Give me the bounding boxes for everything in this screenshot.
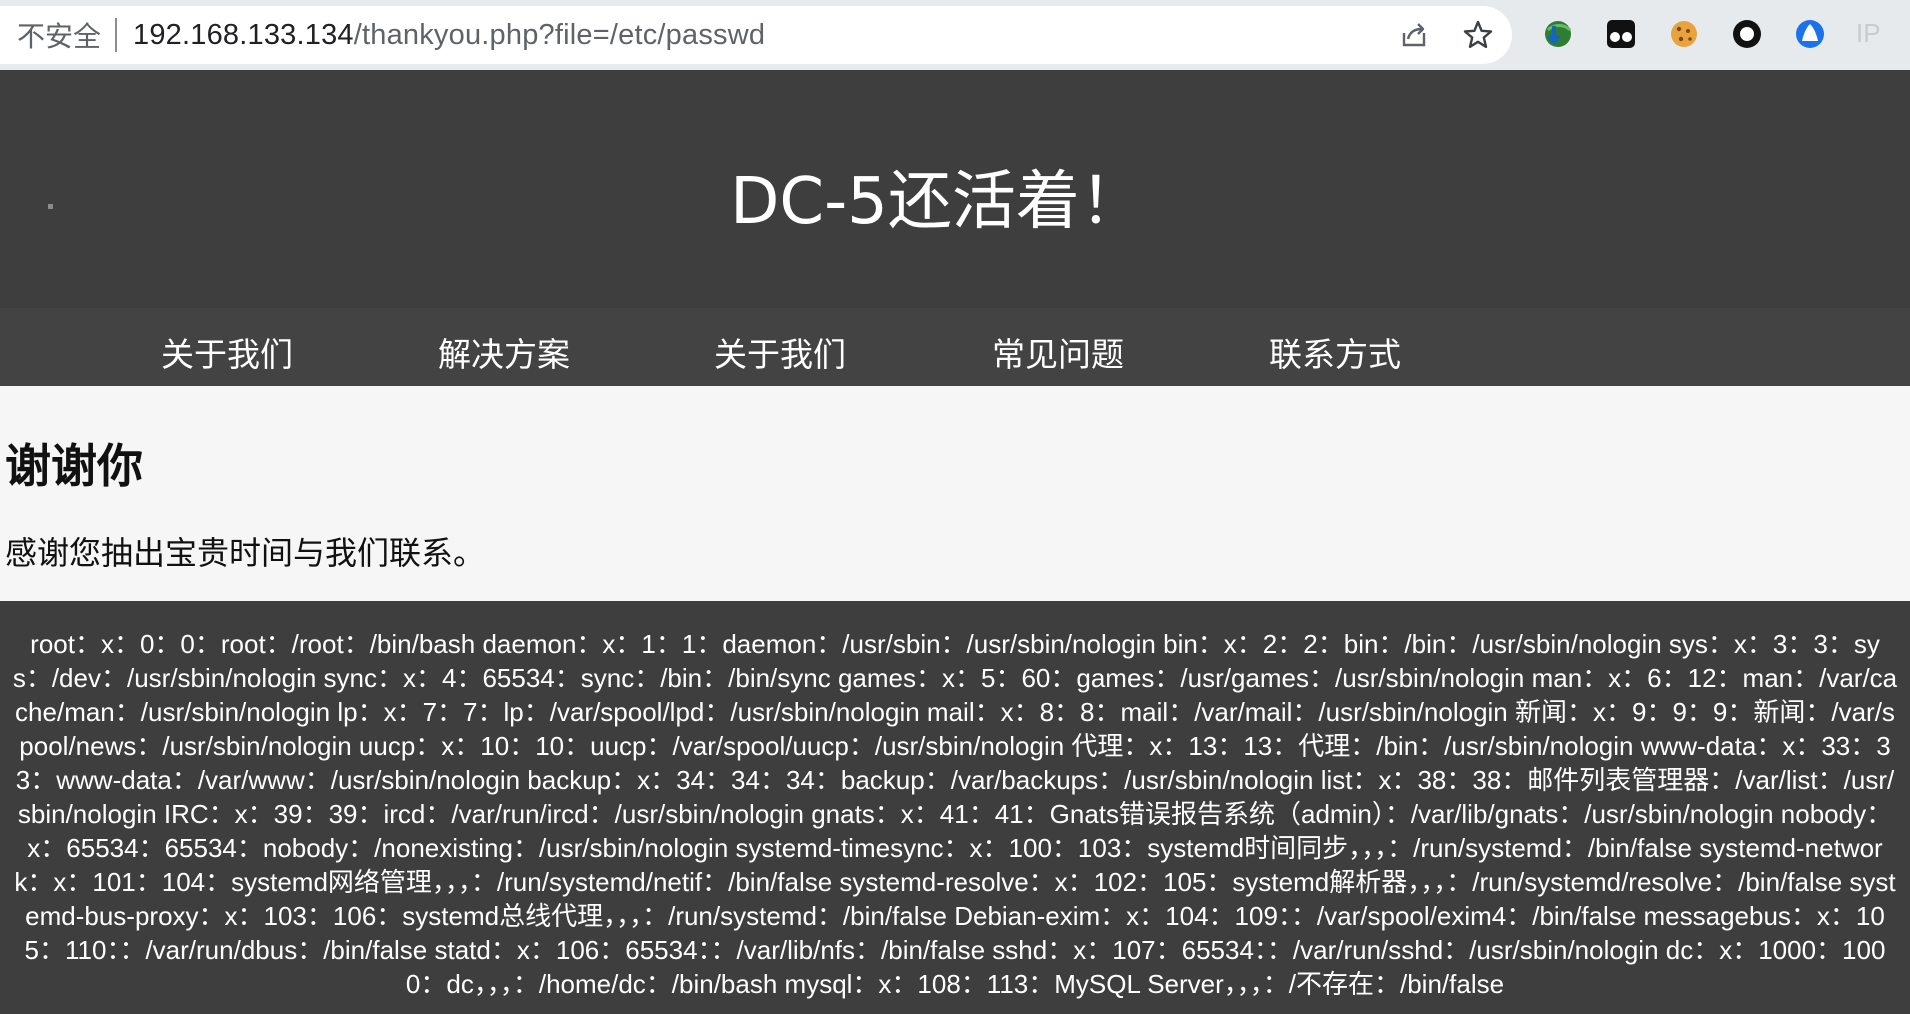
bookmark-star-icon[interactable] [1462,19,1494,51]
included-file-output: root：x：0：0：root：/root：/bin/bash daemon：x… [12,629,1898,999]
main-nav: 关于我们 解决方案 关于我们 常见问题 联系方式 [0,308,1910,386]
main-content: 谢谢你 感谢您抽出宝贵时间与我们联系。 [0,386,1910,601]
ghostery-extension-icon[interactable] [1603,16,1639,52]
url-path[interactable]: /thankyou.php?file=/etc/passwd [354,19,765,51]
site-header: DC-5还活着！ [0,70,1910,308]
url-host[interactable]: 192.168.133.134 [133,19,354,51]
security-indicator[interactable]: 不安全 [17,15,101,55]
idm-extension-icon[interactable] [1540,16,1576,52]
nav-item-about-2[interactable]: 关于我们 [714,328,846,376]
thanks-heading: 谢谢你 [5,439,143,493]
cookie-extension-icon[interactable] [1666,16,1702,52]
share-icon[interactable] [1398,19,1430,51]
address-divider [115,18,118,52]
bitwarden-extension-icon[interactable] [1792,16,1828,52]
nav-item-faq[interactable]: 常见问题 [992,328,1124,376]
nav-item-contact[interactable]: 联系方式 [1269,328,1401,376]
browser-toolbar: 不安全 192.168.133.134/thankyou.php?file=/e… [0,0,1910,70]
page-title: DC-5还活着！ [730,165,1144,239]
circle-extension-icon[interactable] [1729,16,1765,52]
footer: root：x：0：0：root：/root：/bin/bash daemon：x… [0,601,1910,1014]
nav-item-about[interactable]: 关于我们 [161,328,293,376]
thanks-message: 感谢您抽出宝贵时间与我们联系。 [5,534,486,572]
nav-item-solutions[interactable]: 解决方案 [438,328,570,376]
ip-extension-icon[interactable]: IP [1856,18,1896,54]
address-bar[interactable]: 不安全 192.168.133.134/thankyou.php?file=/e… [0,6,1512,64]
url-text[interactable]: 192.168.133.134/thankyou.php?file=/etc/p… [133,19,765,52]
